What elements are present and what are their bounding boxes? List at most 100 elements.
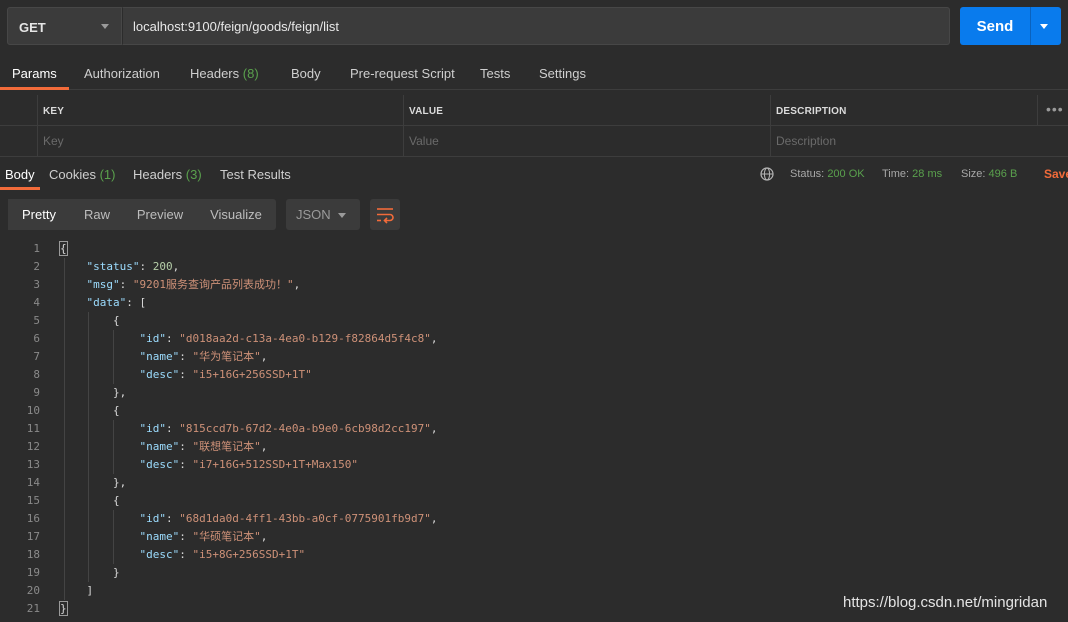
view-raw-button[interactable]: Raw [70, 199, 124, 230]
save-response-button[interactable]: Save [1044, 167, 1068, 181]
code-text: { [60, 404, 120, 417]
code-line: 1{ [0, 240, 1068, 258]
response-tab-headers[interactable]: Headers (3) [133, 167, 202, 182]
code-line: 8 "desc": "i5+16G+256SSD+1T" [0, 366, 1068, 384]
code-line: 5 { [0, 312, 1068, 330]
time-value[interactable]: 28 ms [912, 168, 942, 180]
tab-tests[interactable]: Tests [480, 66, 510, 81]
params-input-row: Key Value Description [0, 126, 1068, 157]
response-bar: Body Cookies (1) Headers (3) Test Result… [0, 158, 1068, 190]
method-label: GET [19, 20, 46, 35]
code-text: "name": "华为笔记本", [139, 350, 268, 363]
response-tab-test-results-label: Test Results [220, 167, 291, 182]
response-tab-test-results[interactable]: Test Results [220, 167, 291, 182]
active-response-tab-indicator [0, 187, 40, 190]
code-text: { [60, 314, 120, 327]
response-tab-cookies-count: (1) [99, 167, 116, 182]
line-number: 11 [26, 422, 40, 435]
code-line: 13 "desc": "i7+16G+512SSD+1T+Max150" [0, 456, 1068, 474]
send-label: Send [976, 18, 1014, 35]
code-line: 9 }, [0, 384, 1068, 402]
globe-icon[interactable] [760, 167, 774, 181]
response-tab-headers-label: Headers [133, 167, 183, 182]
more-horizontal-icon[interactable]: ••• [1046, 102, 1064, 116]
response-body-editor[interactable]: 1{2 "status": 200, 3 "msg": "9201服务查询产品列表… [0, 240, 1068, 622]
response-tab-cookies-label: Cookies [49, 167, 96, 182]
time-stat: Time: 28 ms [882, 168, 942, 180]
tab-authorization[interactable]: Authorization [84, 66, 160, 81]
line-number: 4 [33, 296, 40, 309]
tab-settings[interactable]: Settings [539, 66, 586, 81]
code-text: "name": "联想笔记本", [139, 440, 268, 453]
code-text: } [59, 601, 68, 616]
code-text: }, [60, 386, 127, 399]
tab-body[interactable]: Body [291, 66, 321, 81]
code-text: "msg": "9201服务查询产品列表成功！", [86, 278, 301, 291]
code-line: 18 "desc": "i5+8G+256SSD+1T" [0, 546, 1068, 564]
line-number: 7 [33, 350, 40, 363]
line-number: 19 [26, 566, 40, 579]
description-input[interactable]: Description [770, 126, 1068, 157]
status-label: Status: [790, 168, 825, 180]
time-label: Time: [882, 168, 910, 180]
code-text: "id": "68d1da0d-4ff1-43bb-a0cf-0775901fb… [139, 512, 438, 525]
tab-settings-label: Settings [539, 66, 586, 81]
tab-headers[interactable]: Headers (8) [190, 66, 259, 81]
status-value[interactable]: 200 OK [827, 168, 864, 180]
send-divider [1030, 7, 1031, 45]
code-line: 11 "id": "815ccd7b-67d2-4e0a-b9e0-6cb98d… [0, 420, 1068, 438]
tab-params[interactable]: Params [12, 66, 57, 81]
size-value[interactable]: 496 B [989, 168, 1018, 180]
watermark-text: https://blog.csdn.net/mingridan [843, 594, 1048, 611]
code-text: }, [60, 476, 127, 489]
request-bar: GET Send [0, 0, 1068, 53]
code-line: 16 "id": "68d1da0d-4ff1-43bb-a0cf-077590… [0, 510, 1068, 528]
view-visualize-button[interactable]: Visualize [196, 199, 276, 230]
response-tab-body-label: Body [5, 167, 35, 182]
tab-pre-request-script-label: Pre-request Script [350, 66, 455, 81]
line-number: 3 [33, 278, 40, 291]
line-number: 13 [26, 458, 40, 471]
response-tab-body[interactable]: Body [5, 167, 35, 182]
method-select[interactable]: GET [7, 7, 122, 45]
column-header-value-label: VALUE [409, 106, 444, 117]
format-toolbar: Pretty Raw Preview Visualize JSON [0, 199, 1068, 231]
line-number: 16 [26, 512, 40, 525]
line-number: 17 [26, 530, 40, 543]
chevron-down-icon [338, 213, 346, 218]
code-text: "data": [ [86, 296, 147, 309]
key-input[interactable]: Key [37, 126, 403, 157]
line-number: 15 [26, 494, 40, 507]
line-number: 9 [33, 386, 40, 399]
column-header-key-label: KEY [43, 106, 65, 117]
value-input[interactable]: Value [403, 126, 770, 157]
line-number: 5 [33, 314, 40, 327]
line-number: 6 [33, 332, 40, 345]
response-tab-headers-count: (3) [185, 167, 202, 182]
status-stat: Status: 200 OK [790, 168, 865, 180]
view-preview-button[interactable]: Preview [124, 199, 196, 230]
column-header-description-label: DESCRIPTION [776, 106, 847, 117]
line-number: 1 [33, 242, 40, 255]
wrap-lines-button[interactable] [370, 199, 400, 230]
view-pretty-button[interactable]: Pretty [8, 199, 70, 230]
send-button[interactable]: Send [960, 7, 1061, 45]
size-label: Size: [961, 168, 986, 180]
line-number: 20 [26, 584, 40, 597]
line-number: 21 [26, 602, 40, 615]
chevron-down-icon [101, 24, 109, 29]
value-placeholder: Value [409, 134, 439, 148]
code-line: 2 "status": 200, [0, 258, 1068, 276]
tab-headers-count: (8) [242, 66, 259, 81]
tab-pre-request-script[interactable]: Pre-request Script [350, 66, 455, 81]
response-tab-cookies[interactable]: Cookies (1) [49, 167, 115, 182]
column-header-value: VALUE [403, 95, 770, 126]
url-input[interactable] [122, 7, 950, 45]
tab-body-label: Body [291, 66, 321, 81]
language-select[interactable]: JSON [286, 199, 360, 230]
send-options-chevron-icon[interactable] [1040, 24, 1048, 29]
line-number: 2 [33, 260, 40, 273]
line-number: 12 [26, 440, 40, 453]
column-header-key: KEY [37, 95, 403, 126]
tab-params-label: Params [12, 66, 57, 81]
